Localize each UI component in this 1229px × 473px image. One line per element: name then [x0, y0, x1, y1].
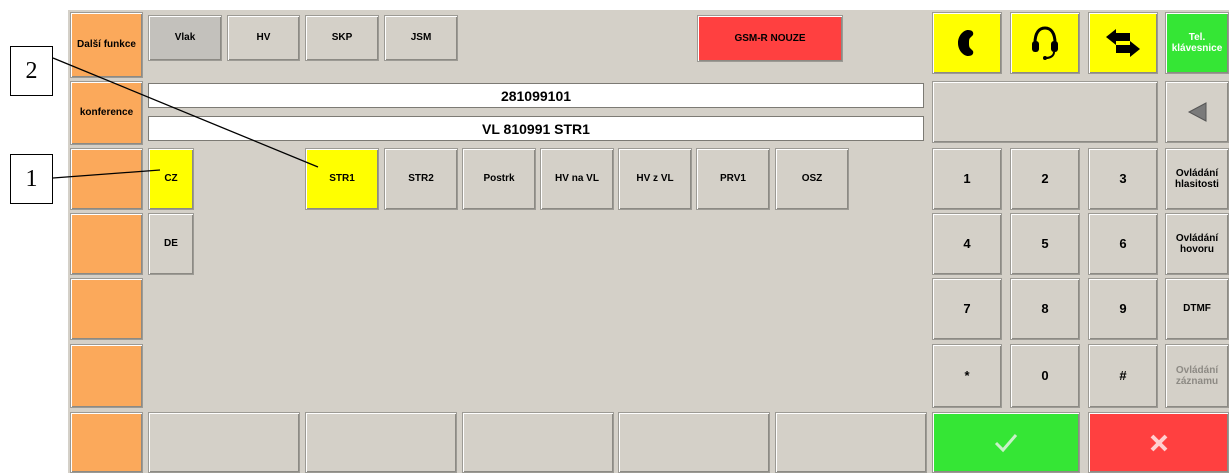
callout-line-1: [52, 169, 161, 179]
callout-lines: [52, 57, 319, 179]
callout-line-2: [52, 57, 319, 168]
